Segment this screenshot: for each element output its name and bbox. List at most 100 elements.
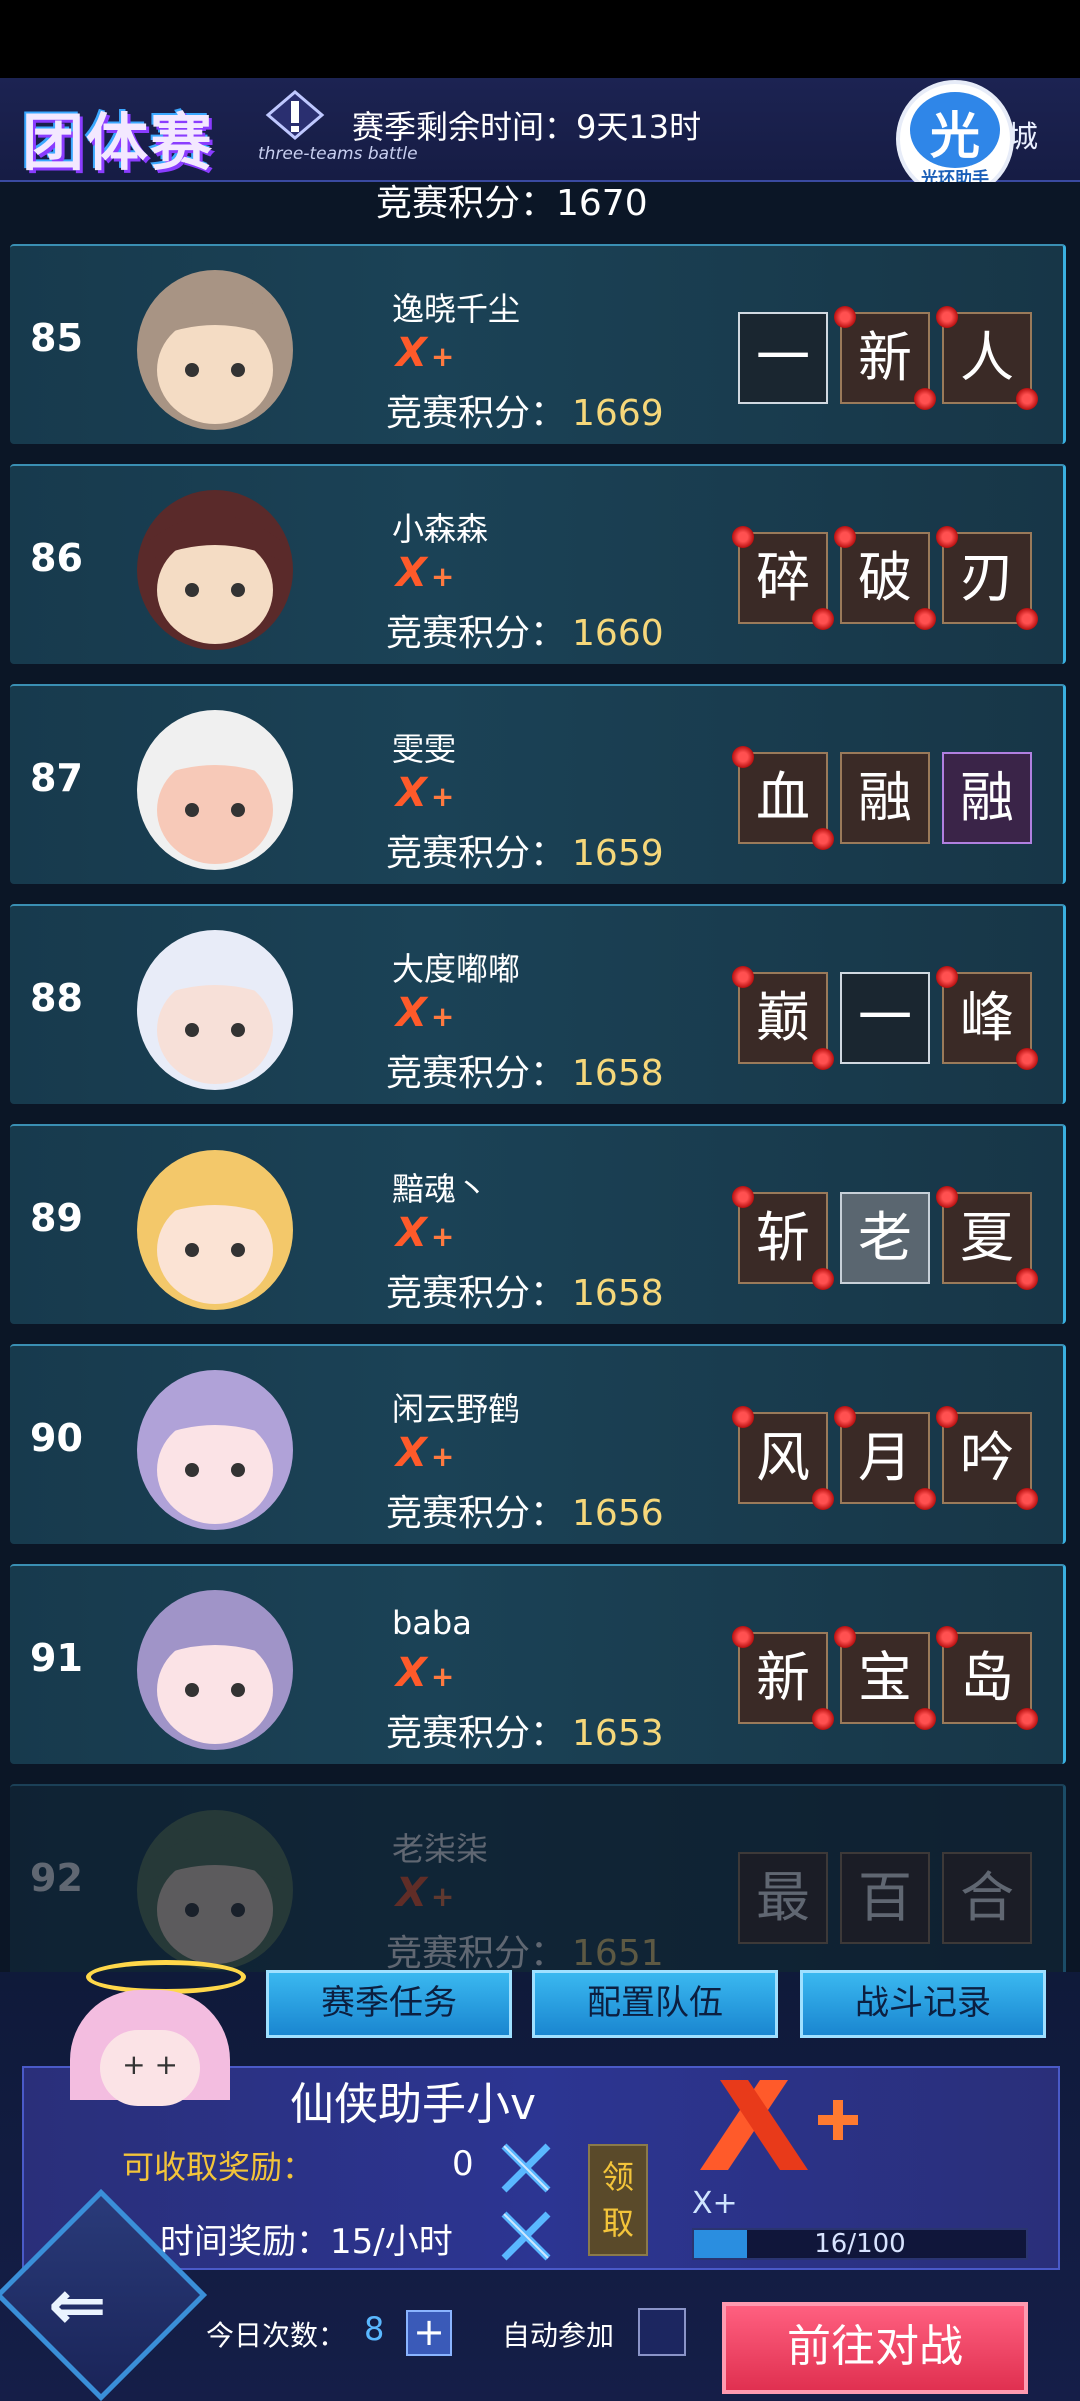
- season-tasks-button[interactable]: 赛季任务: [266, 1970, 512, 2038]
- team-name-tile: 融: [840, 752, 930, 844]
- team-name-tile: 吟: [936, 1406, 1038, 1510]
- tier-plus: +: [430, 1880, 455, 1913]
- crossed-swords-icon: [501, 2143, 551, 2193]
- team-name-tile: 巅: [732, 966, 834, 1070]
- team-name-tiles: 一新人: [738, 306, 1040, 410]
- score-label: 竞赛积分：: [386, 1493, 567, 1534]
- score-line: 竞赛积分： 1660: [386, 604, 664, 656]
- player-name: 黯魂丶: [392, 1170, 489, 1208]
- page-title: 团体赛: [22, 106, 215, 179]
- table-row[interactable]: 87 雯雯 X + 竞赛积分： 1659 血融融: [10, 684, 1066, 884]
- score-label: 竞赛积分：: [386, 833, 567, 874]
- score-label: 竞赛积分：: [386, 1053, 567, 1094]
- rank-number: 88: [30, 976, 83, 1020]
- player-face: + +: [100, 2030, 200, 2106]
- avatar: [137, 270, 293, 430]
- claimable-reward-label: 可收取奖励：: [122, 2148, 315, 2186]
- status-bar: [0, 0, 1080, 78]
- claimable-reward-value: 0: [452, 2144, 474, 2184]
- team-name-tile: 百: [840, 1852, 930, 1944]
- tier-plus: +: [430, 780, 455, 813]
- tier-badge: X +: [396, 1430, 454, 1476]
- table-row[interactable]: 90 闲云野鹤 X + 竞赛积分： 1656 风月吟: [10, 1344, 1066, 1544]
- score-value: 1656: [572, 1493, 664, 1534]
- score-value: 1669: [572, 393, 664, 434]
- rank-number: 91: [30, 1636, 83, 1680]
- rank-number: 92: [30, 1856, 83, 1900]
- score-line: 竞赛积分： 1656: [386, 1484, 664, 1536]
- team-name-tile: 碎: [732, 526, 834, 630]
- player-name: baba: [392, 1604, 472, 1642]
- team-name-tile: 风: [732, 1406, 834, 1510]
- go-battle-button[interactable]: 前往对战: [722, 2302, 1028, 2394]
- configure-team-button[interactable]: 配置队伍: [532, 1970, 778, 2038]
- tier-x: X: [396, 550, 427, 596]
- team-name-tile: 岛: [936, 1626, 1038, 1730]
- battle-log-button[interactable]: 战斗记录: [800, 1970, 1046, 2038]
- score-label: 竞赛积分：: [386, 393, 567, 434]
- team-name-tiles: 新宝岛: [732, 1626, 1040, 1730]
- team-name-tile: 破: [834, 526, 936, 630]
- claim-button[interactable]: 领取: [588, 2144, 648, 2256]
- team-name-tile: 斩: [732, 1186, 834, 1290]
- tier-badge: X +: [396, 330, 454, 376]
- avatar: [137, 710, 293, 870]
- table-row[interactable]: 91 baba X + 竞赛积分： 1653 新宝岛: [10, 1564, 1066, 1764]
- tier-x: X: [396, 1430, 427, 1476]
- ranking-list[interactable]: 竞赛积分：1670 85 逸晓千尘 X + 竞赛积分： 1669 一新人 86 小森…: [0, 182, 1080, 1972]
- team-name-tile: 宝: [834, 1626, 936, 1730]
- back-arrow-icon[interactable]: ⇐: [48, 2264, 107, 2346]
- tier-plus: +: [430, 340, 455, 373]
- avatar: [137, 490, 293, 650]
- team-name-tile: 夏: [936, 1186, 1038, 1290]
- score-value: 1658: [572, 1053, 664, 1094]
- halo-icon: [86, 1960, 246, 1994]
- daily-count-value: 8: [364, 2310, 385, 2348]
- daily-count-label: 今日次数：: [206, 2319, 347, 2352]
- tier-badge: X +: [396, 770, 454, 816]
- auto-join-checkbox[interactable]: [638, 2308, 686, 2356]
- app-logo[interactable]: 光 光环助手: [896, 80, 1014, 198]
- rank-number: 89: [30, 1196, 83, 1240]
- season-timer: 赛季剩余时间：9天13时: [352, 108, 702, 146]
- table-row[interactable]: 92 老柒柒 X + 竞赛积分： 1651 最百合: [10, 1784, 1066, 1972]
- team-name-tiles: 风月吟: [732, 1406, 1040, 1510]
- add-attempts-button[interactable]: +: [406, 2310, 452, 2356]
- time-reward-label: 时间奖励：15/小时: [160, 2222, 453, 2262]
- player-name: 大度嘟嘟: [392, 950, 521, 988]
- table-row[interactable]: 89 黯魂丶 X + 竞赛积分： 1658 斩老夏: [10, 1124, 1066, 1324]
- tier-badge: X +: [396, 550, 454, 596]
- score-value: 1658: [572, 1273, 664, 1314]
- avatar: [137, 1150, 293, 1310]
- team-name-tile: 老: [840, 1192, 930, 1284]
- rank-number: 90: [30, 1416, 83, 1460]
- tier-x: X: [396, 330, 427, 376]
- logo-glyph: 光: [930, 107, 980, 165]
- crossed-swords-icon: [501, 2211, 551, 2261]
- table-row[interactable]: 88 大度嘟嘟 X + 竞赛积分： 1658 巅一峰: [10, 904, 1066, 1104]
- team-name-tile: 最: [738, 1852, 828, 1944]
- tier-plus: +: [430, 1660, 455, 1693]
- table-row[interactable]: 86 小森森 X + 竞赛积分： 1660 碎破刃: [10, 464, 1066, 664]
- score-label: 竞赛积分：: [386, 1273, 567, 1314]
- tier-x: X: [396, 1210, 427, 1256]
- player-name: 老柒柒: [392, 1830, 489, 1868]
- player-name: 雯雯: [392, 730, 457, 768]
- avatar: [137, 930, 293, 1090]
- score-line: 竞赛积分： 1658: [386, 1044, 664, 1096]
- team-name-tiles: 血融融: [732, 746, 1040, 850]
- tier-plus: +: [430, 1000, 455, 1033]
- tier-x: X: [396, 1870, 427, 1916]
- score-line: 竞赛积分： 1651: [386, 1924, 664, 1972]
- player-name: 闲云野鹤: [392, 1390, 521, 1428]
- tier-badge: X +: [396, 990, 454, 1036]
- player-name: 仙侠助手小v: [290, 2079, 537, 2130]
- team-name-tile: 一: [738, 312, 828, 404]
- alert-icon[interactable]: [262, 88, 328, 142]
- player-name: 逸晓千尘: [392, 290, 521, 328]
- tier-label: X+: [692, 2186, 738, 2221]
- rank-number: 86: [30, 536, 83, 580]
- table-row[interactable]: 85 逸晓千尘 X + 竞赛积分： 1669 一新人: [10, 244, 1066, 444]
- score-value: 1659: [572, 833, 664, 874]
- score-line: 竞赛积分： 1669: [386, 384, 664, 436]
